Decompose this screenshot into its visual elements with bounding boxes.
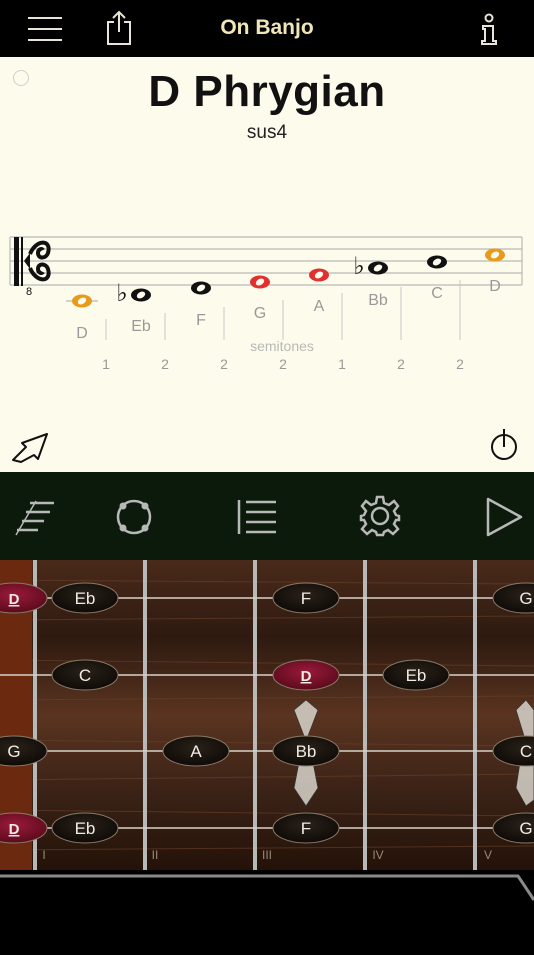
note-marker[interactable]: Eb (382, 659, 450, 691)
note-label: G (254, 305, 266, 322)
clef-octave-marker: 8 (26, 286, 32, 298)
staff-note[interactable]: F (191, 281, 211, 330)
semitone-value: 1 (338, 356, 346, 372)
note-marker[interactable]: A (162, 735, 230, 767)
fretboard[interactable]: D Eb F G C D Eb G A Bb C D Eb F G I II III IV V (0, 560, 534, 870)
app-title: On Banjo (220, 16, 314, 39)
fret-wire (363, 560, 367, 870)
note-marker-label: Eb (406, 666, 427, 685)
note-label: D (76, 325, 88, 342)
note-marker-label: D (9, 591, 20, 608)
semitone-value: 2 (220, 356, 228, 372)
staff-note[interactable]: D (72, 294, 92, 343)
semitone-value: 1 (102, 356, 110, 372)
note-marker-label: Eb (75, 819, 96, 838)
note-marker-label: F (301, 589, 311, 608)
play-icon[interactable] (484, 496, 524, 538)
bottom-area (0, 870, 534, 950)
note-marker-label: C (79, 666, 91, 685)
fret-number: II (152, 848, 159, 862)
semitones-label: semitones (250, 338, 314, 354)
note-marker-label: G (519, 819, 532, 838)
fret-number: V (484, 848, 492, 862)
staff-note[interactable]: A (309, 268, 329, 316)
toolbar (0, 472, 534, 560)
note-label: D (489, 278, 501, 295)
note-marker[interactable]: Eb (51, 812, 119, 844)
fret-wire (143, 560, 147, 870)
top-bar: On Banjo (0, 0, 534, 57)
note-label: C (431, 285, 443, 302)
note-marker-label: G (519, 589, 532, 608)
semitone-value: 2 (161, 356, 169, 372)
note-label: Bb (368, 292, 388, 309)
info-icon[interactable] (478, 13, 500, 45)
flat-accidental-icon: ♭ (116, 280, 127, 307)
expand-arrow-icon[interactable] (10, 430, 50, 464)
flat-accidental-icon: ♭ (353, 253, 364, 280)
note-marker[interactable]: C (51, 659, 119, 691)
note-marker-label: G (7, 742, 20, 761)
fret-wire (253, 560, 257, 870)
fretboard-strings-icon[interactable] (12, 498, 56, 538)
list-icon[interactable] (236, 498, 278, 536)
fret-number: III (262, 848, 272, 862)
note-marker-label: F (301, 819, 311, 838)
semitone-value: 2 (397, 356, 405, 372)
note-label: F (196, 312, 206, 329)
settings-gear-icon[interactable] (358, 494, 402, 538)
note-marker-label: D (301, 668, 312, 685)
fret-number: I (42, 848, 45, 862)
note-marker-label: A (190, 742, 202, 761)
root-note-marker[interactable]: D (272, 659, 340, 691)
note-marker-label: C (520, 742, 532, 761)
note-label: A (314, 298, 325, 315)
power-icon[interactable] (490, 427, 518, 461)
note-marker-label: Bb (296, 742, 317, 761)
staff-note[interactable]: C (427, 255, 447, 303)
note-marker[interactable]: Eb (51, 582, 119, 614)
note-marker[interactable]: Bb (272, 735, 340, 767)
semitone-value: 2 (456, 356, 464, 372)
notation-panel: D Phrygian sus4 8 D ♭ Eb F G A ♭ Bb C D 1 2 2 2 1 2 2 se… (0, 57, 534, 472)
note-marker-label: D (9, 821, 20, 838)
semitone-value: 2 (279, 356, 287, 372)
circle-of-fifths-icon[interactable] (113, 496, 155, 538)
staff-note[interactable]: ♭Eb (116, 280, 151, 335)
note-label: Eb (131, 318, 151, 335)
staff: 8 D♭Eb F G A♭Bb C D1 2 2 2 1 2 2 semitones (9, 236, 523, 372)
note-marker[interactable]: F (272, 812, 340, 844)
note-marker[interactable]: F (272, 582, 340, 614)
fret-number: IV (372, 848, 383, 862)
staff-note[interactable]: D (485, 248, 505, 296)
fret-wire (473, 560, 477, 870)
note-marker-label: Eb (75, 589, 96, 608)
staff-note[interactable]: G (250, 275, 270, 323)
